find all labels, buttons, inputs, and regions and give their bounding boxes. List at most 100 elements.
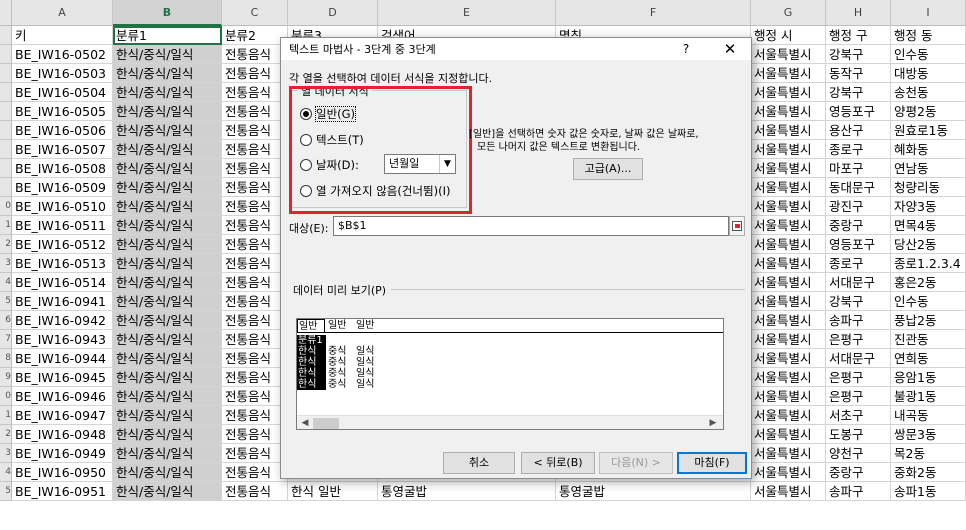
advanced-button[interactable]: 고급(A)... (573, 158, 643, 180)
cell-i[interactable]: 청량리동 (891, 178, 966, 197)
row-header[interactable] (0, 121, 12, 140)
cell-a[interactable]: BE_IW16-0943 (12, 330, 113, 349)
radio-unselected-icon[interactable] (300, 159, 312, 171)
cell-g[interactable]: 서울특별시 (751, 45, 826, 64)
cell-a[interactable]: BE_IW16-0511 (12, 216, 113, 235)
cell-i[interactable]: 목2동 (891, 444, 966, 463)
destination-input[interactable]: $B$1 (333, 216, 729, 236)
cell-i[interactable]: 행정 동 (891, 26, 966, 45)
cell-h[interactable]: 강북구 (826, 45, 891, 64)
row-header[interactable] (0, 159, 12, 178)
row-header[interactable]: 0 (0, 197, 12, 216)
cell-c[interactable]: 전통음식 (222, 159, 288, 178)
cell-h[interactable]: 영등포구 (826, 235, 891, 254)
radio-date[interactable]: 날짜(D): (300, 156, 359, 174)
date-format-select[interactable]: 년월일 ▼ (384, 154, 456, 174)
cell-g[interactable]: 서울특별시 (751, 387, 826, 406)
preview-vertical-scrollbar[interactable]: ▲ ▼ (723, 334, 724, 414)
cell-f[interactable]: 통영굴밥 (556, 482, 751, 501)
scroll-right-icon[interactable]: ▶ (705, 418, 721, 428)
cell-i[interactable]: 풍납2동 (891, 311, 966, 330)
column-header-b[interactable]: B (113, 0, 222, 26)
cell-c[interactable]: 전통음식 (222, 254, 288, 273)
radio-selected-icon[interactable] (300, 108, 312, 120)
cell-h[interactable]: 도봉구 (826, 425, 891, 444)
cell-g[interactable]: 서울특별시 (751, 482, 826, 501)
cell-c[interactable]: 전통음식 (222, 121, 288, 140)
radio-text[interactable]: 텍스트(T) (300, 131, 364, 149)
cell-b[interactable]: 한식/중식/일식 (113, 45, 222, 64)
back-button[interactable]: < 뒤로(B) (521, 452, 595, 474)
finish-button[interactable]: 마침(F) (677, 452, 747, 474)
row-header[interactable] (0, 64, 12, 83)
help-button[interactable]: ? (673, 38, 699, 60)
cell-c[interactable]: 전통음식 (222, 102, 288, 121)
row-header[interactable]: 3 (0, 254, 12, 273)
chevron-down-icon[interactable]: ▼ (439, 155, 455, 173)
cell-i[interactable]: 면목4동 (891, 216, 966, 235)
cell-b[interactable]: 한식/중식/일식 (113, 463, 222, 482)
cell-c[interactable]: 전통음식 (222, 311, 288, 330)
scroll-left-icon[interactable]: ◀ (297, 418, 313, 428)
cell-g[interactable]: 서울특별시 (751, 235, 826, 254)
cell-g[interactable]: 서울특별시 (751, 140, 826, 159)
preview-column-header[interactable]: 일반 (327, 319, 355, 333)
cell-c[interactable]: 전통음식 (222, 178, 288, 197)
cell-c[interactable]: 전통음식 (222, 387, 288, 406)
row-header[interactable] (0, 102, 12, 121)
row-header[interactable] (0, 140, 12, 159)
row-header[interactable]: 5 (0, 292, 12, 311)
cell-i[interactable]: 양평2동 (891, 102, 966, 121)
cell-h[interactable]: 강북구 (826, 292, 891, 311)
cell-h[interactable]: 서대문구 (826, 273, 891, 292)
scroll-thumb[interactable] (313, 418, 339, 429)
cell-b[interactable]: 한식/중식/일식 (113, 330, 222, 349)
cell-a[interactable]: BE_IW16-0947 (12, 406, 113, 425)
cell-g[interactable]: 서울특별시 (751, 406, 826, 425)
row-header[interactable]: 6 (0, 311, 12, 330)
cell-c[interactable]: 전통음식 (222, 406, 288, 425)
cell-b[interactable]: 한식/중식/일식 (113, 425, 222, 444)
cell-c[interactable]: 전통음식 (222, 235, 288, 254)
radio-general[interactable]: 일반(G) (300, 105, 357, 123)
cell-b[interactable]: 한식/중식/일식 (113, 368, 222, 387)
cell-h[interactable]: 마포구 (826, 159, 891, 178)
column-header-a[interactable]: A (12, 0, 113, 26)
cell-c[interactable]: 전통음식 (222, 349, 288, 368)
column-header-e[interactable]: E (378, 0, 556, 26)
cell-h[interactable]: 동작구 (826, 64, 891, 83)
cell-b[interactable]: 한식/중식/일식 (113, 159, 222, 178)
cell-c[interactable]: 전통음식 (222, 463, 288, 482)
row-header[interactable]: 7 (0, 330, 12, 349)
cell-h[interactable]: 동대문구 (826, 178, 891, 197)
cell-i[interactable]: 대방동 (891, 64, 966, 83)
row-header[interactable]: 5 (0, 482, 12, 501)
cell-c[interactable]: 전통음식 (222, 425, 288, 444)
cell-a[interactable]: BE_IW16-0510 (12, 197, 113, 216)
cell-c[interactable]: 전통음식 (222, 273, 288, 292)
cell-a[interactable]: BE_IW16-0506 (12, 121, 113, 140)
data-preview[interactable]: 일반 일반 일반 분류1한식중식일식한식중식일식한식중식일식한식중식일식 ▲ ▼… (296, 318, 724, 430)
cell-a[interactable]: BE_IW16-0949 (12, 444, 113, 463)
cell-g[interactable]: 서울특별시 (751, 83, 826, 102)
cell-b[interactable]: 한식/중식/일식 (113, 273, 222, 292)
cell-i[interactable]: 진관동 (891, 330, 966, 349)
cell-a[interactable]: BE_IW16-0948 (12, 425, 113, 444)
column-header-f[interactable]: F (556, 0, 751, 26)
cell-i[interactable]: 송파1동 (891, 482, 966, 501)
cell-c[interactable]: 전통음식 (222, 64, 288, 83)
radio-unselected-icon[interactable] (300, 134, 312, 146)
cell-c[interactable]: 분류2 (222, 26, 288, 45)
cell-c[interactable]: 전통음식 (222, 482, 288, 501)
cell-b[interactable]: 한식/중식/일식 (113, 235, 222, 254)
cell-h[interactable]: 은평구 (826, 330, 891, 349)
cell-g[interactable]: 서울특별시 (751, 273, 826, 292)
column-header-i[interactable]: I (891, 0, 966, 26)
cell-h[interactable]: 중랑구 (826, 216, 891, 235)
row-header[interactable]: 1 (0, 216, 12, 235)
row-header[interactable]: 2 (0, 235, 12, 254)
cell-b[interactable]: 한식/중식/일식 (113, 406, 222, 425)
cell-c[interactable]: 전통음식 (222, 216, 288, 235)
cell-b[interactable]: 한식/중식/일식 (113, 64, 222, 83)
row-header[interactable] (0, 26, 12, 45)
